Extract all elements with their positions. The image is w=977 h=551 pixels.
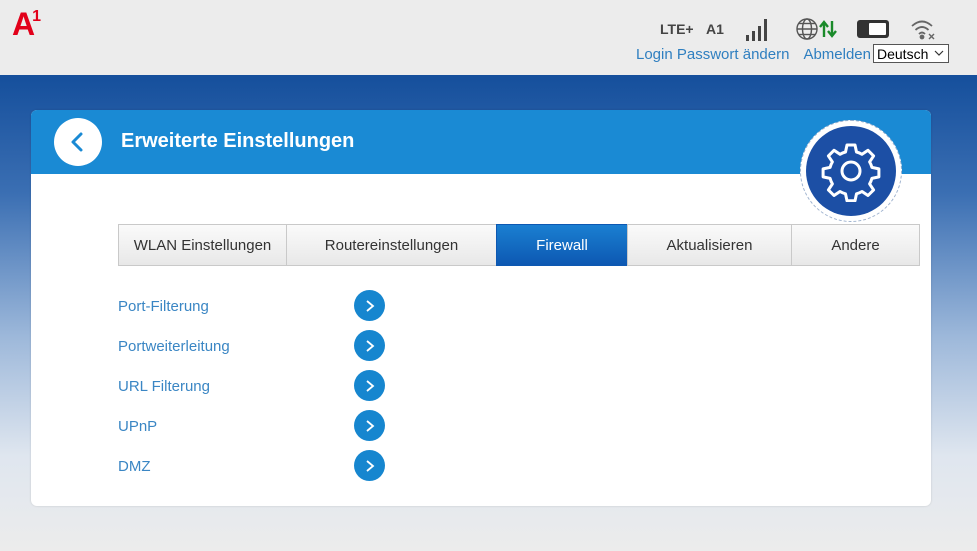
a1-logo: A1: [12, 6, 43, 43]
change-password-link[interactable]: Login Passwort ändern: [636, 46, 789, 63]
chevron-down-icon: [934, 47, 944, 62]
port-filtering-go-button[interactable]: [354, 290, 385, 321]
chevron-left-icon: [71, 132, 83, 152]
operator-label: A1: [706, 21, 724, 37]
back-button[interactable]: [54, 118, 102, 166]
up-down-arrows-icon: [819, 16, 837, 42]
upnp-link[interactable]: UPnP: [118, 418, 157, 435]
battery-icon: [856, 16, 892, 42]
wifi-off-icon: [910, 16, 936, 42]
signal-bars-icon: [745, 16, 771, 42]
logo-superscript: 1: [32, 8, 42, 25]
url-filtering-go-button[interactable]: [354, 370, 385, 401]
upnp-go-button[interactable]: [354, 410, 385, 441]
card-header: Erweiterte Einstellungen: [31, 110, 931, 174]
top-bar: A1 LTE+ A1 Login Passwort ändern Abmelde…: [0, 0, 977, 75]
globe-icon: [795, 16, 819, 42]
tab-other[interactable]: Andere: [791, 224, 920, 266]
port-filtering-link[interactable]: Port-Filterung: [118, 298, 209, 315]
logout-link[interactable]: Abmelden: [803, 46, 871, 63]
language-select[interactable]: Deutsch: [873, 44, 949, 63]
gear-icon: [821, 143, 881, 202]
tab-firewall[interactable]: Firewall: [496, 224, 628, 266]
chevron-right-icon: [365, 339, 374, 352]
port-forwarding-go-button[interactable]: [354, 330, 385, 361]
chevron-right-icon: [365, 379, 374, 392]
header-links: Login Passwort ändern Abmelden: [636, 46, 871, 63]
settings-badge: [800, 120, 902, 222]
tab-update[interactable]: Aktualisieren: [627, 224, 792, 266]
dmz-link[interactable]: DMZ: [118, 458, 151, 475]
settings-tabs: WLAN Einstellungen Routereinstellungen F…: [118, 224, 920, 266]
network-type-label: LTE+: [660, 21, 694, 37]
logo-letter: A: [12, 6, 35, 42]
language-selected-value: Deutsch: [877, 45, 929, 62]
port-forwarding-link[interactable]: Portweiterleitung: [118, 338, 230, 355]
dmz-go-button[interactable]: [354, 450, 385, 481]
tab-wlan-settings[interactable]: WLAN Einstellungen: [118, 224, 287, 266]
page-title: Erweiterte Einstellungen: [121, 130, 355, 152]
chevron-right-icon: [365, 419, 374, 432]
chevron-right-icon: [365, 459, 374, 472]
chevron-right-icon: [365, 299, 374, 312]
url-filtering-link[interactable]: URL Filterung: [118, 378, 210, 395]
tab-router-settings[interactable]: Routereinstellungen: [286, 224, 497, 266]
